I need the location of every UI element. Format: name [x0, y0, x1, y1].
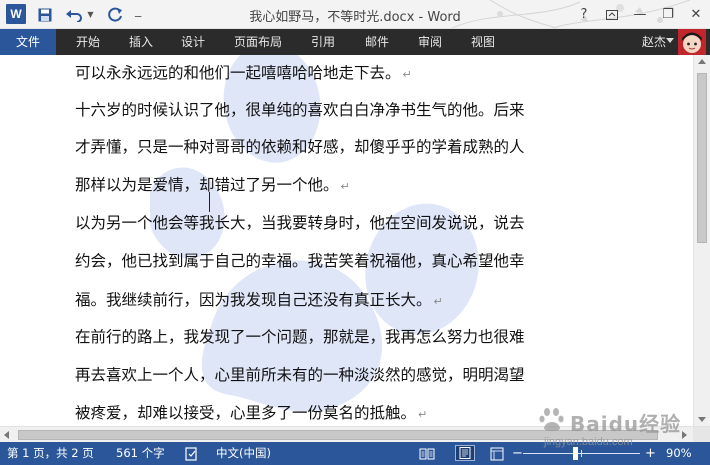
tab-view[interactable]: 视图: [458, 29, 508, 55]
tab-file[interactable]: 文件: [0, 29, 56, 55]
text-line: 福。我继续前行，因为我发现自己还没有真正长大。 ↵: [75, 291, 443, 309]
proofing-status[interactable]: [184, 446, 198, 461]
read-mode-button[interactable]: [418, 446, 436, 461]
horizontal-scrollbar[interactable]: [0, 426, 710, 443]
zoom-level[interactable]: 90%: [666, 442, 692, 465]
tab-review[interactable]: 审阅: [404, 29, 456, 55]
text-line: 约会，他已找到属于自己的幸福。我苦笑着祝福他，真心希望他幸: [75, 252, 525, 270]
language-status[interactable]: 中文(中国): [216, 442, 271, 465]
tab-page-layout[interactable]: 页面布局: [222, 29, 294, 55]
page-number-status[interactable]: 第 1 页，共 2 页: [7, 442, 94, 465]
zoom-slider-thumb[interactable]: [573, 447, 578, 460]
text-line: 再去喜欢上一个人，心里前所未有的一种淡淡然的感觉，明明渴望: [75, 366, 525, 384]
scrollbar-corner: [693, 427, 710, 443]
web-layout-button[interactable]: [488, 446, 506, 461]
scroll-right-icon[interactable]: [682, 431, 687, 439]
print-layout-icon: [459, 447, 471, 459]
horizontal-scroll-thumb[interactable]: [18, 430, 658, 440]
tab-home[interactable]: 开始: [62, 29, 114, 55]
document-area[interactable]: 可以永永远远的和他们一起嘻嘻哈哈地走下去。 ↵ 十六岁的时候认识了他，很单纯的喜欢…: [0, 55, 693, 426]
read-mode-icon: [419, 448, 435, 459]
print-layout-button[interactable]: [455, 445, 475, 461]
zoom-in-button[interactable]: +: [645, 442, 656, 465]
zoom-slider-center-mark: [581, 450, 582, 457]
avatar[interactable]: [678, 29, 706, 55]
vertical-scroll-thumb[interactable]: [697, 73, 707, 243]
text-line: 那样以为是爱情，却错过了另一个他。 ↵: [75, 176, 350, 194]
paragraph-mark: ↵: [433, 295, 443, 308]
text-line: 在前行的路上，我发现了一个问题，那就是，我再怎么努力也很难: [75, 328, 525, 346]
avatar-image: [678, 29, 706, 55]
paragraph-mark: ↵: [340, 180, 350, 193]
web-layout-icon: [490, 447, 504, 460]
ribbon-display-icon: [606, 9, 618, 20]
ribbon-display-options-button[interactable]: [598, 0, 626, 28]
close-button[interactable]: ✕: [682, 0, 710, 28]
tab-references[interactable]: 引用: [298, 29, 348, 55]
tab-mailings[interactable]: 邮件: [352, 29, 402, 55]
scroll-up-icon[interactable]: [698, 59, 706, 64]
text-cursor: [209, 192, 210, 212]
paragraph-mark: ↵: [402, 68, 412, 81]
tab-design[interactable]: 设计: [168, 29, 218, 55]
text-line: 才弄懂，只是一种对哥哥的依赖和好感，却傻乎乎的学着成熟的人: [75, 138, 525, 156]
tab-insert[interactable]: 插入: [116, 29, 166, 55]
paragraph-mark: ↵: [418, 408, 428, 421]
proofing-book-icon: [184, 446, 197, 461]
help-button[interactable]: ?: [570, 0, 598, 28]
scroll-down-icon[interactable]: [698, 417, 706, 422]
vertical-scrollbar[interactable]: [693, 55, 710, 426]
minimize-button[interactable]: —: [626, 0, 654, 28]
text-line: 被疼爱，却难以接受，心里多了一份莫名的抵触。 ↵: [75, 404, 428, 422]
text-line: 可以永永远远的和他们一起嘻嘻哈哈地走下去。 ↵: [75, 64, 412, 82]
word-count-status[interactable]: 561 个字: [116, 442, 165, 465]
user-name[interactable]: 赵杰: [642, 29, 666, 55]
text-line: 以为另一个他会等我长大，当我要转身时，他在空间发说说，说去: [75, 214, 525, 232]
user-dropdown-icon[interactable]: [666, 38, 674, 43]
scroll-left-icon[interactable]: [4, 431, 9, 439]
text-line: 十六岁的时候认识了他，很单纯的喜欢白白净净书生气的他。后来: [75, 101, 525, 119]
title-bar: W ▼ ⚊ 我心如野马，不等时光.docx - Word ? — ❐ ✕: [0, 0, 710, 29]
restore-button[interactable]: ❐: [654, 0, 682, 28]
ribbon-tab-bar: 文件 开始 插入 设计 页面布局 引用 邮件 审阅 视图 赵杰: [0, 29, 710, 55]
status-bar: 第 1 页，共 2 页 561 个字 中文(中国) − + 90%: [0, 442, 710, 465]
zoom-out-button[interactable]: −: [512, 442, 523, 465]
window-controls: ? — ❐ ✕: [570, 0, 710, 28]
